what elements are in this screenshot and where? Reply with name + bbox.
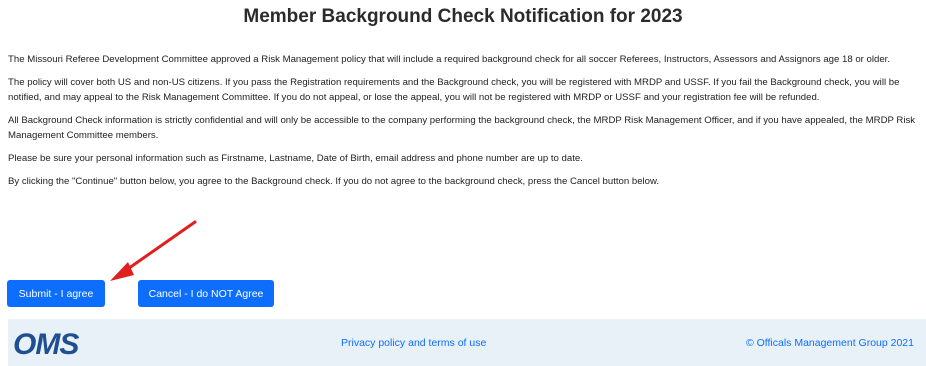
oms-logo: OMS xyxy=(13,329,80,357)
notice-content: The Missouri Referee Development Committ… xyxy=(8,52,920,197)
submit-agree-button[interactable]: Submit - I agree xyxy=(7,280,105,307)
copyright-text: © Officals Management Group 2021 xyxy=(745,337,914,349)
page-title: Member Background Check Notification for… xyxy=(243,6,683,27)
cancel-disagree-button[interactable]: Cancel - I do NOT Agree xyxy=(138,280,274,307)
svg-text:OMS: OMS xyxy=(13,329,79,357)
paragraph-coverage: The policy will cover both US and non-US… xyxy=(8,77,900,103)
paragraph-personal-info: Please be sure your personal information… xyxy=(8,153,583,164)
footer: OMS Privacy policy and terms of use © Of… xyxy=(8,319,926,366)
annotation-arrow-icon xyxy=(110,220,197,281)
paragraph-confidentiality: All Background Check information is stri… xyxy=(8,115,916,141)
privacy-policy-link[interactable]: Privacy policy and terms of use xyxy=(341,337,486,349)
paragraph-policy: The Missouri Referee Development Committ… xyxy=(8,54,890,65)
paragraph-agreement: By clicking the "Continue" button below,… xyxy=(8,176,660,187)
